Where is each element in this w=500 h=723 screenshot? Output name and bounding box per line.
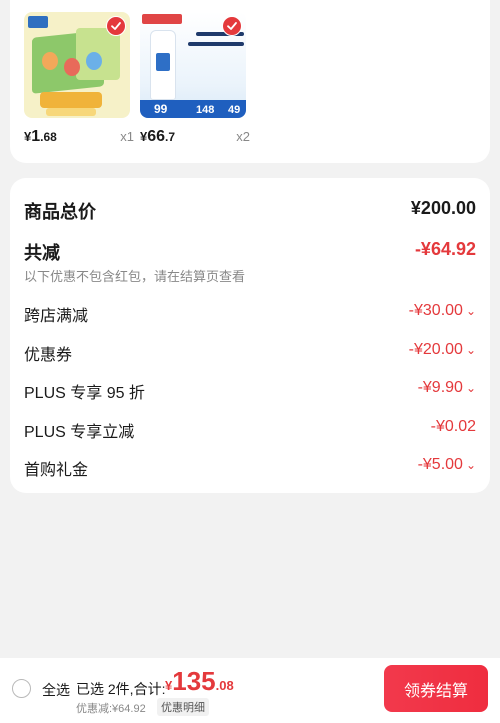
product-item[interactable] bbox=[24, 12, 130, 118]
slogan-art bbox=[188, 42, 244, 46]
product-item[interactable]: 99 148 49 bbox=[140, 12, 246, 118]
discount-detail-link[interactable]: 优惠明细 bbox=[157, 698, 209, 716]
product-banner-art bbox=[40, 92, 102, 108]
character-art bbox=[64, 58, 80, 76]
product-price: ¥66.7 bbox=[140, 128, 176, 145]
product-price: ¥1.68 bbox=[24, 128, 57, 145]
discount-summary-text: 优惠减:¥64.92 bbox=[76, 703, 146, 715]
discount-row-plus-95[interactable]: PLUS 专享 95 折 -¥9.90 ⌄ bbox=[24, 379, 476, 402]
character-art bbox=[86, 52, 102, 70]
selected-products-card: ¥1.68 x1 99 148 49 ¥66.7 x2 bbox=[10, 0, 490, 163]
discount-note: 以下优惠不包含红包，请在结算页查看 bbox=[24, 269, 246, 284]
select-all-label[interactable]: 全选 bbox=[42, 680, 70, 700]
promo-tag-art bbox=[142, 14, 182, 24]
discount-label: PLUS 专享立减 bbox=[24, 424, 135, 441]
promo-price-bar: 99 148 49 bbox=[140, 100, 246, 118]
product-quantity: x1 bbox=[120, 129, 134, 144]
discount-row-coupon[interactable]: 优惠券 -¥20.00 ⌄ bbox=[24, 341, 476, 364]
discount-value: -¥9.90 ⌄ bbox=[417, 379, 476, 396]
discount-label: PLUS 专享 95 折 bbox=[24, 385, 145, 402]
total-price: ¥135.08 bbox=[165, 666, 234, 696]
discount-value: -¥20.00 ⌄ bbox=[408, 341, 476, 358]
goods-total-row: 商品总价 ¥200.00 bbox=[24, 198, 476, 222]
product-quantity: x2 bbox=[236, 129, 250, 144]
selected-count-text: 已选 2件,合计: bbox=[76, 681, 166, 697]
checkout-bar: 全选 已选 2件,合计: ¥135.08 优惠减:¥64.92 优惠明细 领券结… bbox=[0, 658, 500, 723]
chevron-down-icon[interactable]: ⌄ bbox=[466, 304, 476, 318]
total-reduction-row: 共减 -¥64.92 bbox=[24, 239, 476, 263]
promo-price: 49 bbox=[228, 104, 241, 116]
chevron-down-icon[interactable]: ⌄ bbox=[466, 381, 476, 395]
price-summary-card: 商品总价 ¥200.00 共减 -¥64.92 以下优惠不包含红包，请在结算页查… bbox=[10, 178, 490, 493]
select-all-radio[interactable] bbox=[12, 679, 31, 698]
total-reduction-value: -¥64.92 bbox=[414, 239, 476, 259]
promo-price: 148 bbox=[196, 104, 215, 116]
snack-box-product-image[interactable] bbox=[24, 12, 130, 118]
discount-label: 跨店满减 bbox=[24, 308, 89, 325]
promo-price: 99 bbox=[154, 102, 168, 116]
checkout-button[interactable]: 领券结算 bbox=[384, 665, 488, 712]
product-tube-art bbox=[150, 30, 176, 100]
product-price-row: ¥66.7 x2 bbox=[140, 128, 250, 146]
goods-total-value: ¥200.00 bbox=[410, 198, 476, 218]
total-reduction-label: 共减 bbox=[24, 243, 60, 263]
discount-label: 优惠券 bbox=[24, 347, 73, 364]
discount-row-cross-store[interactable]: 跨店满减 -¥30.00 ⌄ bbox=[24, 302, 476, 325]
character-art bbox=[42, 52, 58, 70]
chevron-down-icon[interactable]: ⌄ bbox=[466, 343, 476, 357]
discount-value: -¥30.00 ⌄ bbox=[408, 302, 476, 319]
brand-logo bbox=[28, 16, 48, 28]
discount-value: -¥0.02 bbox=[430, 418, 476, 435]
discount-row-plus-instant: PLUS 专享立减 -¥0.02 bbox=[24, 418, 476, 441]
discount-value: -¥5.00 ⌄ bbox=[417, 456, 476, 473]
product-price-row: ¥1.68 x1 bbox=[24, 128, 134, 146]
goods-total-label: 商品总价 bbox=[24, 202, 96, 222]
product-banner-art bbox=[46, 108, 96, 116]
discount-label: 首购礼金 bbox=[24, 462, 89, 479]
skincare-product-image[interactable]: 99 148 49 bbox=[140, 12, 246, 118]
selected-check-icon[interactable] bbox=[222, 16, 242, 36]
chevron-down-icon[interactable]: ⌄ bbox=[466, 458, 476, 472]
selected-check-icon[interactable] bbox=[106, 16, 126, 36]
discount-row-first-purchase[interactable]: 首购礼金 -¥5.00 ⌄ bbox=[24, 456, 476, 479]
